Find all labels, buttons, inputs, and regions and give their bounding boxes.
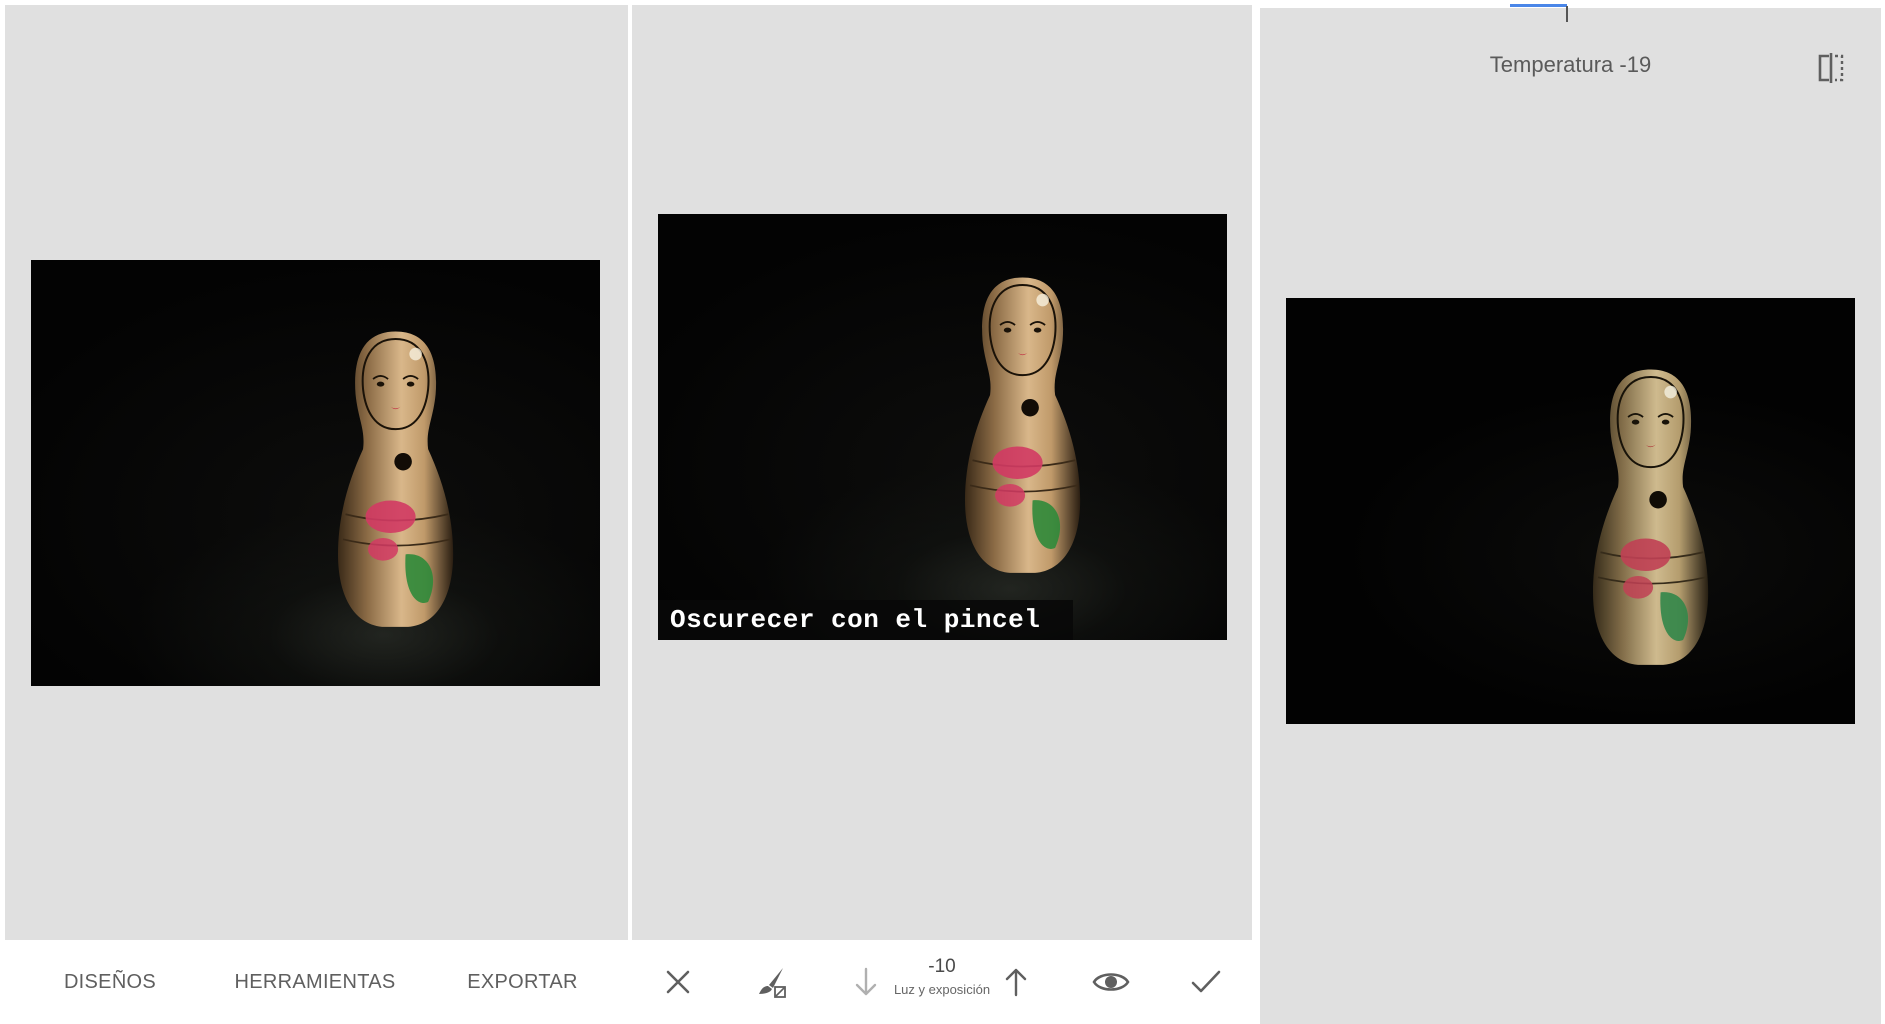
adjustment-title: Temperatura -19 — [1489, 52, 1652, 77]
check-icon — [1191, 970, 1221, 993]
doll-image — [1588, 366, 1713, 668]
tab-tools[interactable]: HERRAMIENTAS — [225, 940, 405, 1024]
tab-export[interactable]: EXPORTAR — [455, 940, 590, 1024]
arrow-up-icon — [1005, 968, 1027, 997]
photo-preview — [31, 260, 600, 686]
compare-icon — [1818, 53, 1844, 83]
compare-button[interactable] — [1811, 48, 1851, 88]
panel-main-menu: DISEÑOS HERRAMIENTAS EXPORTAR — [0, 0, 628, 1024]
brush-icon — [759, 968, 786, 998]
show-mask-button[interactable] — [1083, 954, 1139, 1010]
eye-icon — [1092, 973, 1130, 991]
tab-designs[interactable]: DISEÑOS — [40, 940, 180, 1024]
slider-indicator-tick — [1566, 6, 1568, 22]
photo-caption: Oscurecer con el pincel — [658, 600, 1074, 640]
increase-button[interactable] — [988, 954, 1044, 1010]
doll-image — [333, 328, 458, 630]
panel-brush-tool: Oscurecer con el pincel -10 Luz y exposi… — [628, 0, 1256, 1024]
cancel-button[interactable] — [650, 954, 706, 1010]
photo-preview: Oscurecer con el pincel — [658, 214, 1227, 640]
apply-button[interactable] — [1178, 954, 1234, 1010]
panel-temperature: Temperatura -19 — [1256, 0, 1885, 1024]
doll-image — [960, 274, 1085, 576]
photo-preview — [1286, 298, 1855, 724]
brush-mask-button[interactable] — [744, 954, 800, 1010]
bottom-nav: DISEÑOS HERRAMIENTAS EXPORTAR — [0, 940, 628, 1024]
close-icon — [666, 970, 690, 994]
slider-indicator — [1510, 4, 1567, 7]
brush-toolbar: -10 Luz y exposición — [628, 940, 1256, 1024]
